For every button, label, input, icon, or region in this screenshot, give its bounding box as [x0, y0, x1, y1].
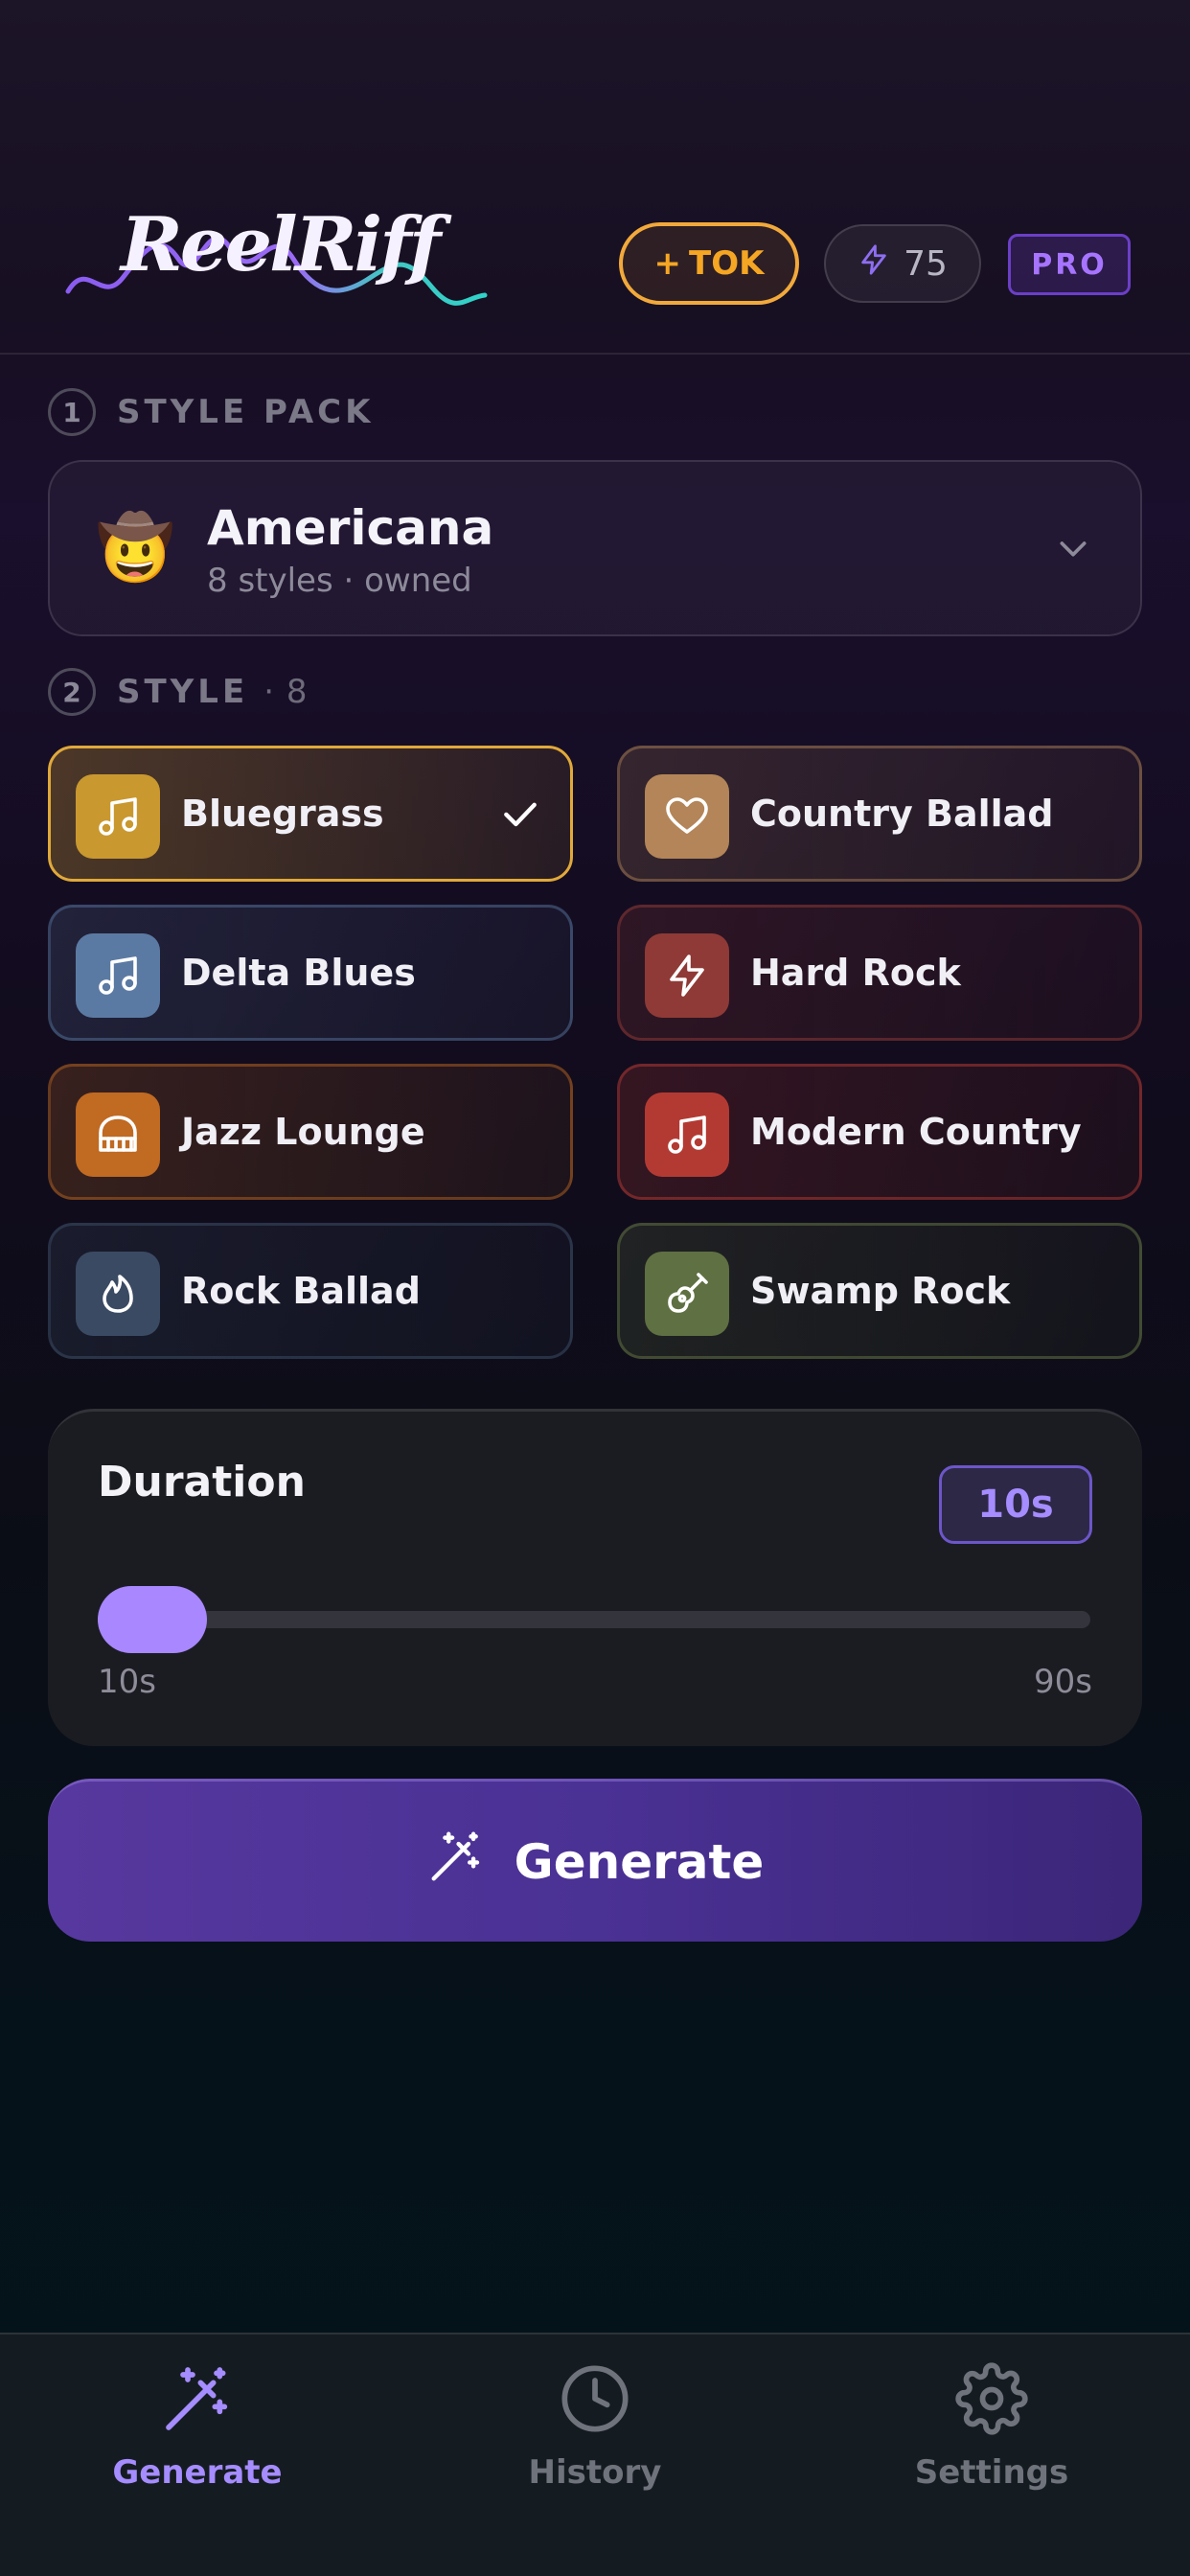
- style-pack-section-label: 1 STYLE PACK: [48, 387, 374, 437]
- style-section-label: 2 STYLE · 8: [48, 667, 308, 717]
- style-tile-delta-blues[interactable]: Delta Blues: [48, 905, 573, 1041]
- duration-min-label: 10s: [98, 1663, 156, 1701]
- style-pack-selector[interactable]: 🤠 Americana 8 styles · owned: [48, 460, 1142, 636]
- music-note-icon: [76, 933, 160, 1018]
- style-tile-rock-ballad[interactable]: Rock Ballad: [48, 1223, 573, 1359]
- music-note-icon: [645, 1092, 729, 1177]
- tab-label: Generate: [112, 2453, 283, 2492]
- duration-title: Duration: [98, 1458, 306, 1506]
- logo-text: ReelRiff: [121, 201, 441, 288]
- bottom-tab-bar: Generate History Settings: [0, 2333, 1190, 2576]
- music-note-icon: [76, 774, 160, 859]
- tab-label: History: [528, 2453, 662, 2492]
- style-tile-jazz-lounge[interactable]: Jazz Lounge: [48, 1064, 573, 1200]
- tab-generate[interactable]: Generate: [54, 2356, 341, 2509]
- credits-count: 75: [904, 243, 948, 284]
- app-header: ReelRiff + TOK 75 PRO: [0, 0, 1190, 355]
- clock-icon: [559, 2356, 631, 2442]
- pro-badge[interactable]: PRO: [1008, 234, 1131, 295]
- section-title: STYLE PACK: [117, 393, 375, 431]
- tab-label: Settings: [914, 2453, 1069, 2492]
- gear-icon: [955, 2356, 1028, 2442]
- duration-value-badge: 10s: [939, 1465, 1092, 1544]
- checkmark-icon: [499, 793, 541, 839]
- add-tokens-button[interactable]: + TOK: [619, 222, 799, 305]
- piano-icon: [76, 1092, 160, 1177]
- style-tile-label: Bluegrass: [181, 793, 384, 835]
- tok-label: TOK: [689, 244, 765, 283]
- guitar-icon: [645, 1252, 729, 1336]
- lightning-icon: [858, 242, 890, 287]
- style-tile-modern-country[interactable]: Modern Country: [617, 1064, 1142, 1200]
- style-tile-label: Rock Ballad: [181, 1270, 421, 1312]
- style-tile-swamp-rock[interactable]: Swamp Rock: [617, 1223, 1142, 1359]
- step-number: 1: [48, 388, 96, 436]
- duration-slider-track[interactable]: [98, 1611, 1090, 1628]
- duration-max-label: 90s: [1034, 1663, 1092, 1701]
- style-tile-label: Modern Country: [750, 1111, 1082, 1153]
- tok-plus: +: [653, 244, 682, 283]
- duration-slider-thumb[interactable]: [98, 1586, 207, 1653]
- style-count: · 8: [263, 673, 309, 711]
- generate-button[interactable]: Generate: [48, 1779, 1142, 1942]
- magic-wand-icon: [159, 2356, 236, 2442]
- lightning-icon: [645, 933, 729, 1018]
- cowboy-emoji-icon: 🤠: [96, 511, 175, 585]
- section-title: STYLE: [117, 673, 249, 711]
- generate-button-label: Generate: [514, 1833, 765, 1890]
- flame-icon: [76, 1252, 160, 1336]
- style-tile-label: Delta Blues: [181, 952, 416, 994]
- app-logo: ReelRiff: [63, 192, 494, 316]
- style-tile-label: Hard Rock: [750, 952, 961, 994]
- duration-card: Duration 10s 10s 90s: [48, 1409, 1142, 1746]
- style-tile-label: Jazz Lounge: [181, 1111, 425, 1153]
- style-pack-subtitle: 8 styles · owned: [207, 562, 472, 600]
- heart-icon: [645, 774, 729, 859]
- step-number: 2: [48, 668, 96, 716]
- tab-settings[interactable]: Settings: [848, 2356, 1135, 2509]
- style-tile-label: Swamp Rock: [750, 1270, 1011, 1312]
- style-pack-name: Americana: [207, 500, 494, 556]
- chevron-down-icon: [1054, 529, 1092, 571]
- style-tile-bluegrass[interactable]: Bluegrass: [48, 746, 573, 882]
- style-tile-label: Country Ballad: [750, 793, 1054, 835]
- credits-badge[interactable]: 75: [824, 224, 981, 303]
- style-tile-hard-rock[interactable]: Hard Rock: [617, 905, 1142, 1041]
- style-tile-country-ballad[interactable]: Country Ballad: [617, 746, 1142, 882]
- tab-history[interactable]: History: [451, 2356, 739, 2509]
- magic-wand-icon: [426, 1827, 486, 1898]
